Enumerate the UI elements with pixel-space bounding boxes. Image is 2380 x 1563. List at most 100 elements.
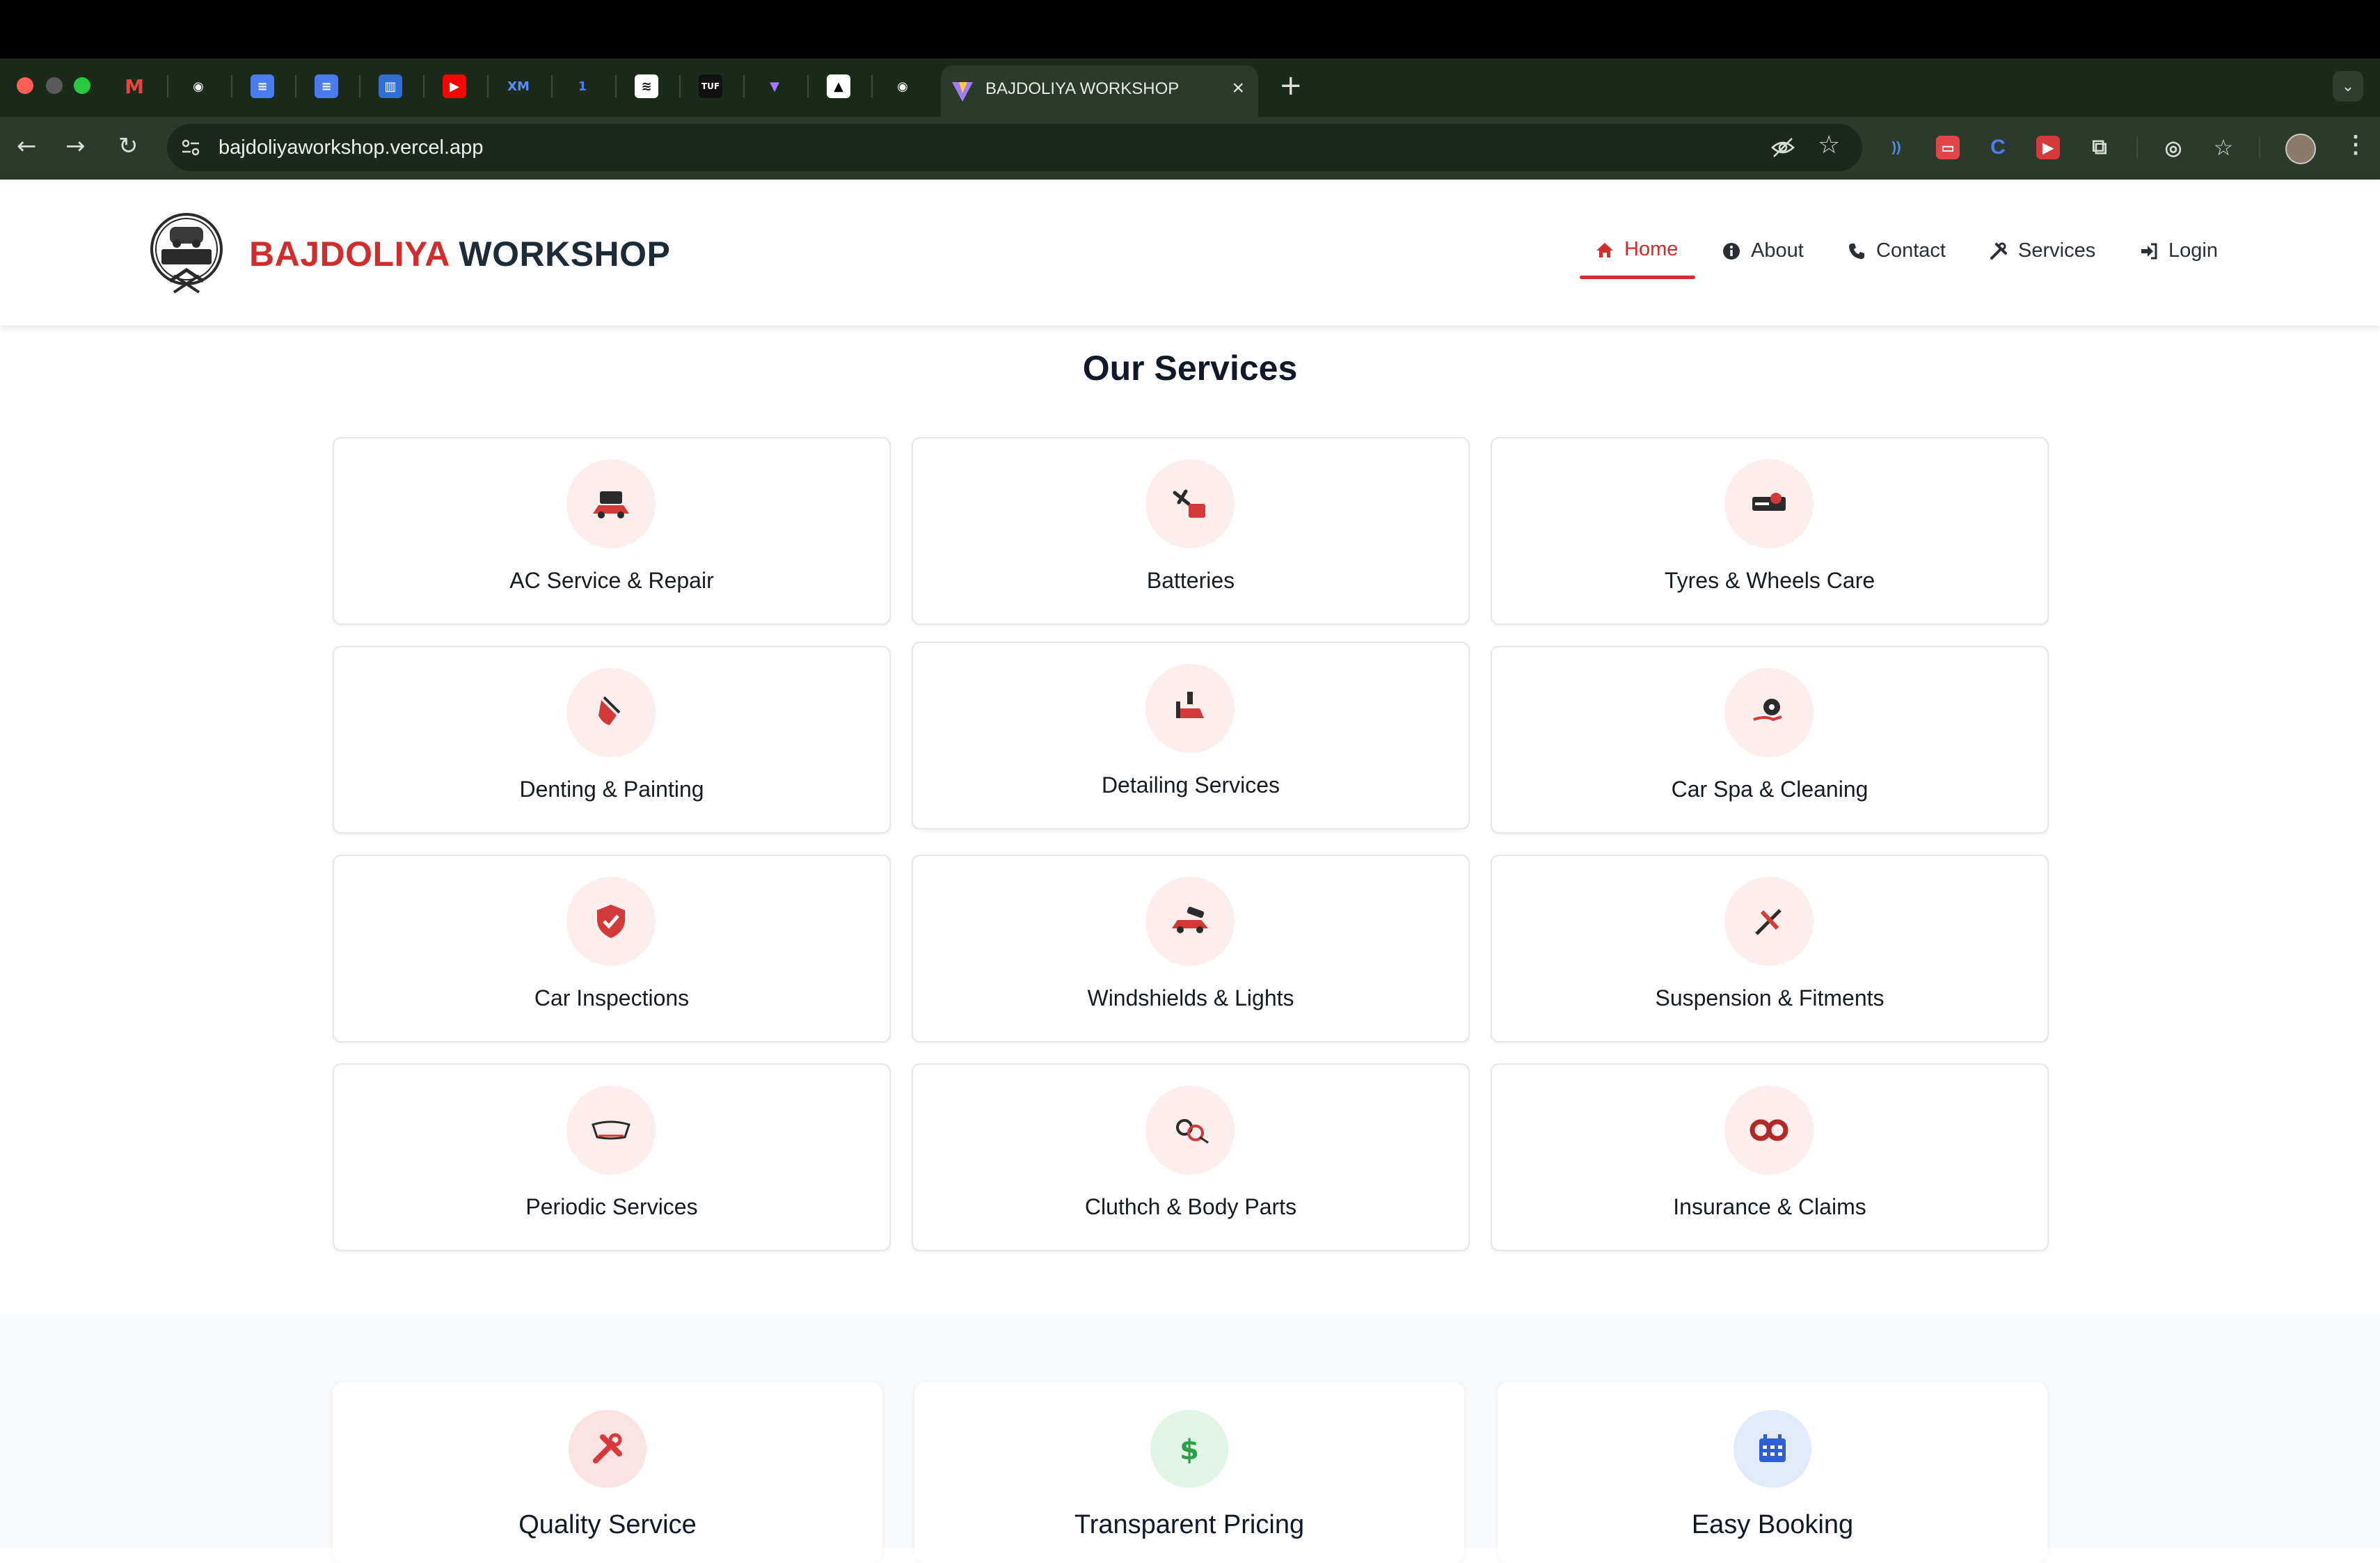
gmail-icon[interactable]: M [122,74,146,98]
feature-title: Easy Booking [1691,1510,1854,1539]
service-label: Windshields & Lights [1087,985,1294,1010]
feature-title: Transparent Pricing [1074,1510,1305,1539]
service-card-clutch[interactable]: Cluthch & Body Parts [912,1063,1470,1251]
reading-list-icon[interactable]: ☆ [2212,134,2235,161]
insurance-icon [1750,1119,1788,1141]
suspension-icon [1755,909,1782,935]
extension-voice-icon[interactable]: )) [1885,136,1908,159]
feature-title: Quality Service [518,1510,697,1539]
service-card-tyres[interactable]: Tyres & Wheels Care [1491,437,2049,625]
spa-icon [1753,699,1782,722]
feature-card-booking: Easy Booking [1498,1382,2047,1563]
eye-off-icon[interactable] [1770,135,1795,160]
battery-icon [1173,489,1205,518]
docs-icon[interactable]: ≡ [251,74,274,98]
nav-services-label: Services [2018,239,2096,262]
active-tab[interactable]: BAJDOLIYA WORKSHOP × [941,65,1258,117]
tab-separator [231,75,232,97]
spotify-icon[interactable]: ≋ [635,74,658,98]
toolbar-divider [2136,136,2138,159]
extension-play-icon[interactable]: ▶ [2036,136,2060,159]
linear-icon[interactable]: 1 [571,74,594,98]
nav-contact[interactable]: Contact [1847,239,1946,262]
section-title: Our Services [1082,349,1298,388]
extension-red-icon[interactable]: ▭ [1936,136,1960,159]
service-label: Denting & Painting [519,777,704,802]
screenshot-icon[interactable]: ◎ [2161,136,2185,159]
service-card-spa[interactable]: Car Spa & Cleaning [1491,646,2049,834]
xm-icon[interactable]: XM [507,74,530,98]
browser-menu-icon[interactable]: ⋮ [2344,131,2367,159]
service-card-suspension[interactable]: Suspension & Fitments [1491,855,2049,1042]
new-tab-button[interactable]: + [1279,70,1303,102]
tab-separator [871,75,873,97]
periodic-icon [592,1120,630,1140]
extension-c-icon[interactable]: C [1986,136,2010,159]
active-nav-indicator [1580,276,1695,279]
back-icon[interactable]: ← [17,132,37,160]
vite-icon[interactable]: ▼ [763,74,786,98]
feature-card-quality: Quality Service [333,1382,882,1563]
detailing-icon [1176,692,1204,718]
github-icon[interactable]: ◉ [187,74,210,98]
service-card-insurance[interactable]: Insurance & Claims [1491,1063,2049,1251]
tab-separator [295,75,296,97]
os-menu-bar [0,0,2380,58]
active-tab-title: BAJDOLIYA WORKSHOP [985,79,1180,98]
service-label: AC Service & Repair [509,568,714,593]
nav-contact-label: Contact [1876,239,1946,262]
dollar-icon: $ [1180,1434,1199,1466]
nav-home[interactable]: Home [1595,238,1678,261]
site-info-icon[interactable] [180,136,202,159]
login-icon [2141,243,2157,259]
tab-separator [615,75,617,97]
phone-icon [1849,243,1864,259]
service-label: Detailing Services [1101,772,1280,798]
tab-search-button[interactable]: ⌄ [2333,71,2363,102]
url-text: bajdoliyaworkshop.vercel.app [219,136,484,159]
github-icon[interactable]: ◉ [891,74,914,98]
paint-icon [598,696,621,725]
close-tab-icon[interactable]: × [1232,77,1244,100]
service-card-denting[interactable]: Denting & Painting [333,646,891,834]
docs-icon[interactable]: ≡ [315,74,338,98]
forward-icon[interactable]: → [65,132,86,160]
nav-services[interactable]: Services [1989,239,2095,262]
close-window-button[interactable] [17,77,33,94]
vercel-icon[interactable]: ▲ [827,74,850,98]
svg-text:$: $ [1180,1434,1199,1466]
maximize-window-button[interactable] [74,77,90,94]
service-label: Insurance & Claims [1673,1194,1866,1219]
service-card-batteries[interactable]: Batteries [912,437,1470,625]
vite-icon [952,82,973,102]
calendar-icon [1759,1434,1786,1462]
workshop-logo[interactable] [149,203,224,298]
service-label: Car Inspections [534,985,690,1010]
tuf-icon[interactable]: TUF [699,74,722,98]
service-label: Batteries [1146,568,1235,593]
tab-separator [487,75,489,97]
home-icon [1596,242,1613,257]
toolbar-divider [2259,136,2260,159]
brand-first-word: BAJDOLIYA [249,235,449,273]
tab-separator [679,75,681,97]
youtube-icon[interactable]: ▶ [443,74,466,98]
trello-icon[interactable]: ▥ [379,74,402,98]
service-label: Suspension & Fitments [1655,985,1885,1010]
clutch-icon [1176,1119,1209,1144]
service-card-windshields[interactable]: Windshields & Lights [912,855,1470,1042]
service-card-detailing[interactable]: Detailing Services [912,642,1470,830]
nav-about-label: About [1751,239,1804,262]
service-card-ac[interactable]: AC Service & Repair [333,437,891,625]
tools-icon [593,1433,622,1463]
minimize-window-button[interactable] [46,77,63,94]
reload-icon[interactable]: ↻ [118,132,138,160]
service-card-inspections[interactable]: Car Inspections [333,855,891,1042]
nav-about[interactable]: About [1722,239,1804,262]
profile-avatar[interactable] [2285,134,2316,164]
bookmark-star-icon[interactable]: ☆ [1818,131,1840,159]
extensions-puzzle-icon[interactable]: ⧉ [2088,136,2111,159]
nav-login[interactable]: Login [2139,239,2218,262]
brand-name[interactable]: BAJDOLIYA WORKSHOP [249,234,670,274]
service-card-periodic[interactable]: Periodic Services [333,1063,891,1251]
